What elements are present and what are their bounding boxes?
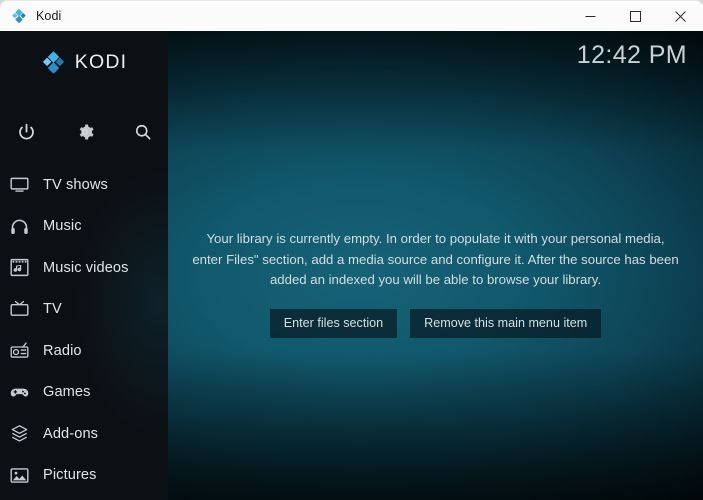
tv-monitor-icon [8, 174, 30, 196]
gear-icon[interactable] [68, 115, 102, 149]
kodi-logo-icon [11, 8, 27, 24]
power-icon[interactable] [9, 115, 43, 149]
sidebar-menu: TV shows Music Music videos TV Radio Gam… [0, 164, 168, 500]
sidebar-item-tv[interactable]: TV [0, 289, 168, 331]
film-music-icon [8, 257, 30, 279]
sidebar-item-music-videos[interactable]: Music videos [0, 247, 168, 289]
radio-icon [8, 340, 30, 362]
television-icon [8, 298, 30, 320]
sidebar-item-label: TV shows [43, 176, 108, 193]
sidebar-item-label: Games [43, 384, 91, 401]
sidebar-item-label: Music videos [43, 259, 129, 276]
gamepad-icon [8, 381, 30, 403]
kodi-application-window: Kodi 12:42 PM Your library is currently … [0, 0, 703, 500]
sidebar-item-games[interactable]: Games [0, 372, 168, 414]
empty-library-message: Your library is currently empty. In orde… [192, 231, 679, 287]
window-controls [568, 1, 703, 32]
window-title: Kodi [36, 9, 62, 23]
main-content-panel: 12:42 PM Your library is currently empty… [168, 31, 703, 500]
sidebar-item-label: Radio [43, 342, 82, 359]
remove-main-menu-item-button[interactable]: Remove this main menu item [410, 308, 602, 339]
sidebar-item-music[interactable]: Music [0, 206, 168, 248]
maximize-button[interactable] [613, 1, 658, 32]
action-button-row: Enter files section Remove this main men… [190, 308, 681, 339]
empty-library-block: Your library is currently empty. In orde… [168, 229, 703, 339]
sidebar-item-pictures[interactable]: Pictures [0, 455, 168, 497]
sidebar-item-label: Add-ons [43, 425, 99, 442]
sidebar-item-tv-shows[interactable]: TV shows [0, 164, 168, 206]
sidebar-item-add-ons[interactable]: Add-ons [0, 413, 168, 455]
sidebar-item-label: Music [43, 218, 82, 235]
kodi-logo-icon [41, 50, 66, 75]
sidebar-item-videos[interactable]: Videos [0, 496, 168, 500]
minimize-button[interactable] [568, 1, 613, 32]
headphones-icon [8, 215, 30, 237]
kodi-brand-text: KODI [74, 50, 128, 73]
sidebar-item-radio[interactable]: Radio [0, 330, 168, 372]
titlebar-identity: Kodi [0, 8, 568, 24]
kodi-interface: 12:42 PM Your library is currently empty… [0, 31, 703, 500]
sidebar-item-label: TV [43, 301, 62, 318]
kodi-brand: KODI [0, 40, 168, 84]
search-icon[interactable] [126, 115, 160, 149]
quick-action-row [0, 115, 168, 149]
window-titlebar: Kodi [0, 0, 703, 31]
close-button[interactable] [658, 1, 703, 32]
enter-files-section-button[interactable]: Enter files section [269, 308, 398, 339]
addons-box-icon [8, 423, 30, 445]
picture-icon [8, 464, 30, 486]
sidebar-item-label: Pictures [43, 467, 97, 484]
clock: 12:42 PM [576, 41, 687, 69]
sidebar: KODI TV shows Music Music videos TV Radi… [0, 31, 168, 500]
